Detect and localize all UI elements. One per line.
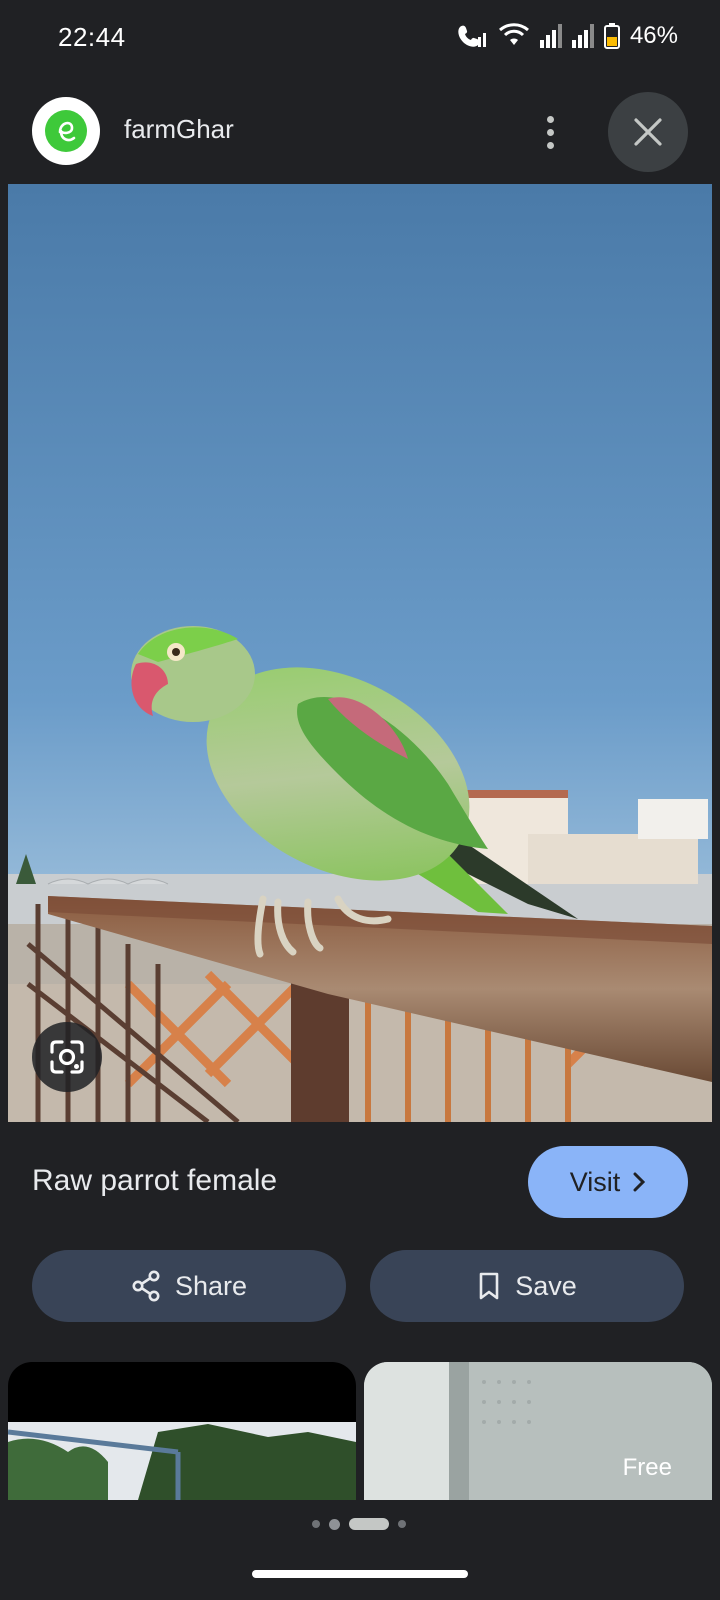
battery-icon (603, 23, 620, 49)
dot (546, 141, 554, 149)
lens-search-button[interactable] (32, 1022, 102, 1092)
battery-percent: 46% (629, 22, 678, 49)
related-image[interactable]: Free (364, 1362, 712, 1500)
page-dot (398, 1520, 406, 1528)
dot (546, 115, 554, 123)
share-button[interactable]: Share (32, 1250, 346, 1322)
status-icons: 46% (456, 22, 678, 50)
dot (546, 128, 554, 136)
share-label: Share (174, 1270, 248, 1301)
chevron-right-icon (633, 1172, 646, 1192)
wifi-calling-icon (458, 25, 486, 47)
site-name[interactable]: farmGhar (124, 114, 234, 145)
bottom-bar (0, 1500, 720, 1600)
signal-icon (539, 24, 562, 48)
related-image[interactable] (8, 1362, 356, 1500)
visit-button[interactable]: Visit (528, 1146, 688, 1218)
wifi-icon (498, 23, 529, 45)
page-dot-active (349, 1518, 389, 1530)
main-image[interactable] (8, 184, 712, 1122)
free-badge: Free (622, 1454, 672, 1481)
farmghar-logo-icon (45, 110, 87, 152)
page-indicator (312, 1518, 406, 1530)
related-thumbnail (8, 1362, 356, 1500)
home-gesture-bar[interactable] (252, 1570, 468, 1578)
visit-label: Visit (569, 1166, 621, 1197)
more-options-button[interactable] (530, 110, 570, 154)
signal-icon (571, 24, 594, 48)
page-dot (329, 1518, 340, 1530)
save-label: Save (515, 1270, 577, 1301)
status-time: 22:44 (58, 22, 126, 52)
close-button[interactable] (608, 92, 688, 172)
image-title: Raw parrot female (32, 1164, 278, 1197)
google-lens-icon (50, 1040, 84, 1074)
parrot-photo (8, 184, 712, 1122)
share-icon (132, 1270, 160, 1302)
site-logo[interactable] (32, 97, 100, 165)
save-button[interactable]: Save (370, 1250, 684, 1322)
close-icon (634, 118, 662, 146)
page-dot (312, 1520, 320, 1528)
bookmark-icon (479, 1272, 499, 1300)
